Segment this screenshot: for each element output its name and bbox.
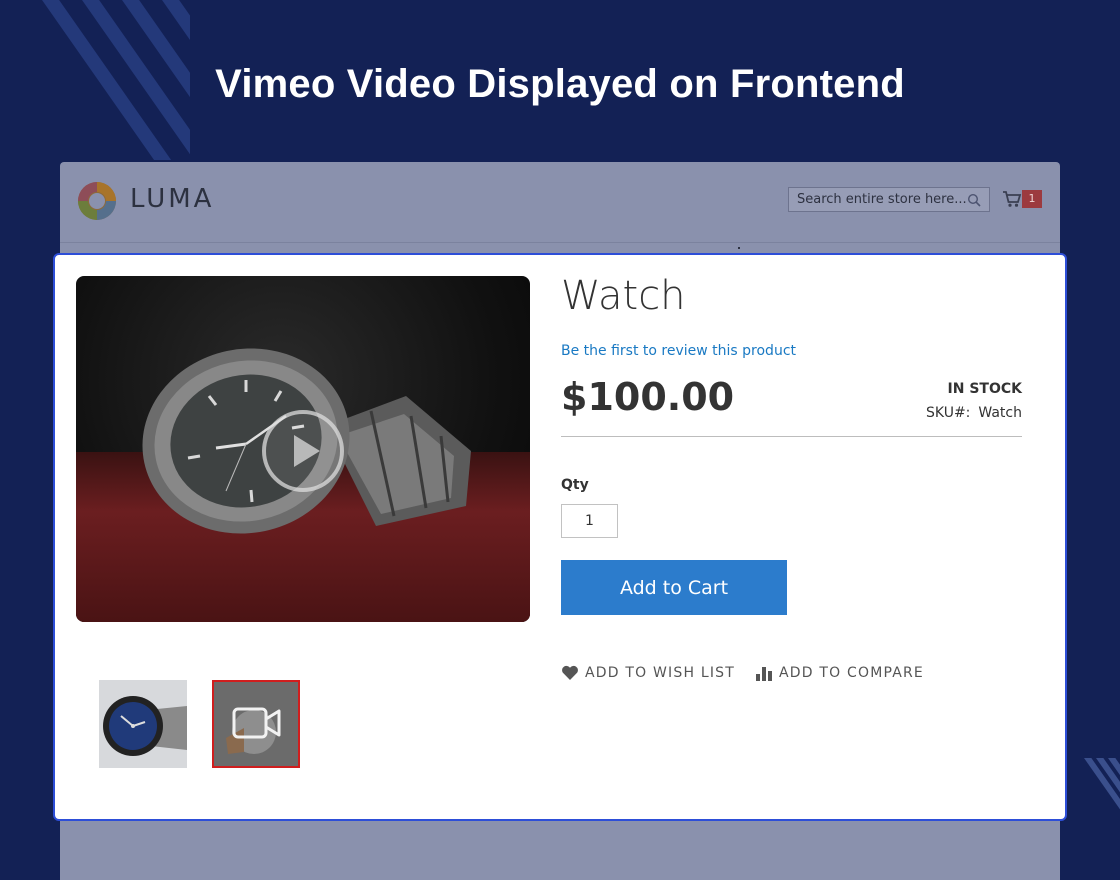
product-price: $100.00 (561, 375, 735, 419)
stock-status: IN STOCK (947, 381, 1022, 397)
compare-chart-icon (756, 667, 772, 681)
video-camera-icon (232, 707, 281, 739)
divider (561, 436, 1022, 437)
decorative-stripes-bottom (1060, 758, 1120, 818)
add-to-cart-button[interactable]: Add to Cart (561, 560, 787, 615)
add-to-compare-link[interactable]: ADD TO COMPARE (755, 665, 924, 681)
heart-icon (562, 665, 578, 680)
thumbnail-image[interactable] (99, 680, 187, 768)
cart-icon[interactable] (1002, 190, 1022, 208)
review-link[interactable]: Be the first to review this product (561, 343, 796, 359)
sku-label: SKU#: (926, 405, 971, 421)
product-panel: Watch Be the first to review this produc… (53, 253, 1067, 821)
cart-count-badge[interactable]: 1 (1022, 190, 1042, 208)
qty-input[interactable] (561, 504, 618, 538)
add-to-wishlist-link[interactable]: ADD TO WISH LIST (561, 665, 735, 681)
compare-label: ADD TO COMPARE (779, 665, 924, 681)
luma-logo-text[interactable]: LUMA (130, 184, 214, 214)
luma-logo-icon[interactable] (76, 180, 118, 222)
play-icon[interactable] (260, 408, 346, 494)
search-input[interactable] (789, 188, 975, 211)
sku-value: Watch (978, 405, 1022, 421)
product-title: Watch (561, 273, 686, 319)
search-icon[interactable] (967, 193, 981, 207)
thumbnail-video[interactable] (212, 680, 300, 768)
wishlist-label: ADD TO WISH LIST (585, 665, 736, 681)
sku: SKU#: Watch (926, 405, 1022, 421)
page-headline: Vimeo Video Displayed on Frontend (215, 62, 905, 106)
store-header: LUMA 1 (60, 162, 1060, 243)
main-product-media[interactable] (76, 276, 530, 622)
qty-label: Qty (561, 477, 589, 493)
watch-thumbnail-image (99, 680, 187, 768)
store-search[interactable] (788, 187, 990, 212)
divider-dot (738, 247, 740, 249)
